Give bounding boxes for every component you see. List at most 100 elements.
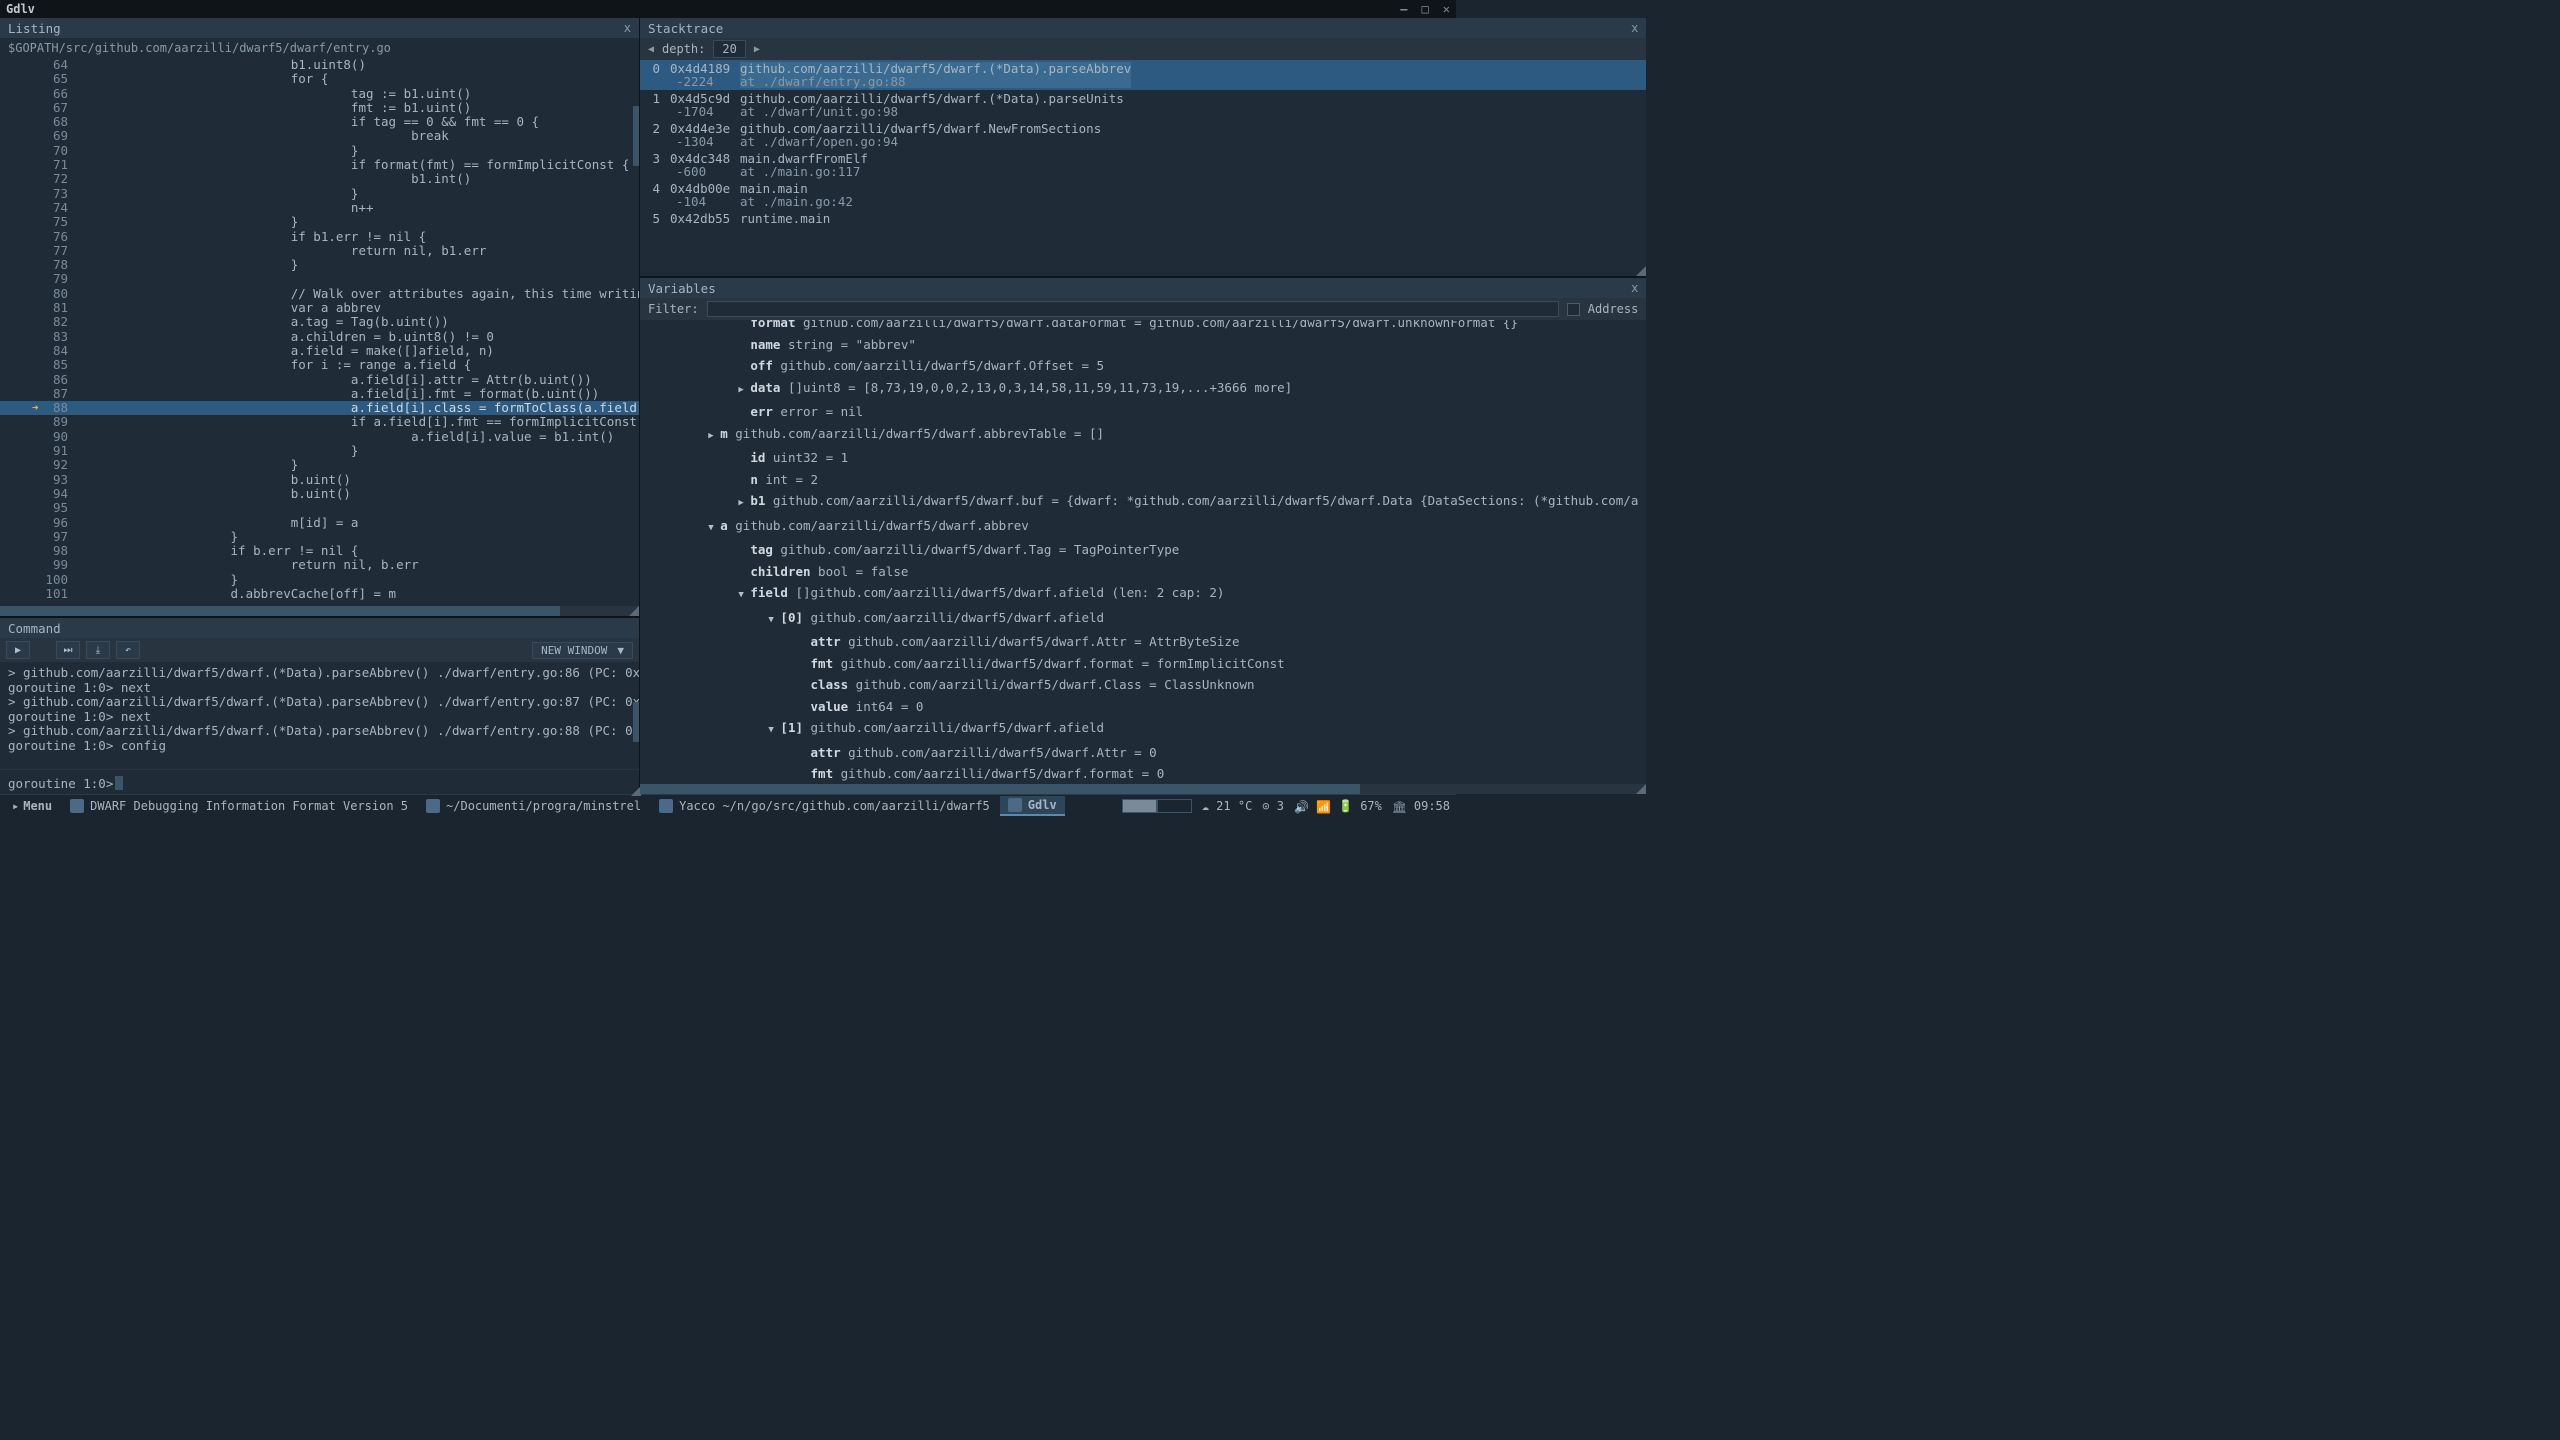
continue-button[interactable]: ▶ — [6, 641, 30, 659]
stack-frame[interactable]: 30x4dc348-600main.dwarfFromElfat ./main.… — [640, 150, 1646, 180]
code-line[interactable]: 89 if a.field[i].fmt == formImplicitCons… — [0, 415, 639, 429]
variable-row[interactable]: off github.com/aarzilli/dwarf5/dwarf.Off… — [640, 355, 1646, 377]
stack-frame[interactable]: 50x42db55runtime.main — [640, 210, 1646, 227]
variables-panel-header[interactable]: Variables x — [640, 278, 1646, 298]
variable-row[interactable]: ▼[1] github.com/aarzilli/dwarf5/dwarf.af… — [640, 717, 1646, 742]
code-line[interactable]: 87 a.field[i].fmt = format(b.uint()) — [0, 387, 639, 401]
variable-row[interactable]: tag github.com/aarzilli/dwarf5/dwarf.Tag… — [640, 539, 1646, 561]
collapse-icon[interactable]: ▼ — [768, 720, 780, 742]
code-line[interactable]: 94 b.uint() — [0, 487, 639, 501]
expand-icon[interactable]: ▶ — [738, 493, 750, 515]
variables-hscrollbar[interactable] — [640, 784, 1646, 794]
stepout-button[interactable]: ↶ — [116, 641, 140, 659]
collapse-icon[interactable]: ▼ — [768, 610, 780, 632]
listing-hscrollbar[interactable] — [0, 606, 639, 616]
step-button[interactable]: ⤓ — [86, 641, 110, 659]
code-line[interactable]: 95 — [0, 501, 639, 515]
depth-decrease-button[interactable]: ◀ — [648, 44, 654, 55]
taskbar-window-item[interactable]: ~/Documenti/progra/minstrel — [418, 796, 649, 816]
code-line[interactable]: 64 b1.uint8() — [0, 58, 639, 72]
variable-row[interactable]: fmt github.com/aarzilli/dwarf5/dwarf.for… — [640, 653, 1646, 675]
listing-panel-header[interactable]: Listing x — [0, 18, 639, 38]
variables-hscroll-thumb[interactable] — [640, 784, 1360, 794]
code-line[interactable]: 70 } — [0, 144, 639, 158]
code-line[interactable]: 84 a.field = make([]afield, n) — [0, 344, 639, 358]
variable-row[interactable]: attr github.com/aarzilli/dwarf5/dwarf.At… — [640, 742, 1646, 764]
window-close-button[interactable]: ✕ — [1443, 2, 1450, 16]
workspace-2[interactable] — [1157, 799, 1192, 813]
variables-filter-input[interactable] — [707, 301, 1559, 317]
code-line[interactable]: 66 tag := b1.uint() — [0, 87, 639, 101]
variable-row[interactable]: fmt github.com/aarzilli/dwarf5/dwarf.for… — [640, 763, 1646, 784]
expand-icon[interactable]: ▶ — [738, 380, 750, 402]
code-line[interactable]: 88➔ a.field[i].class = formToClass(a.fie… — [0, 401, 639, 415]
code-line[interactable]: 82 a.tag = Tag(b.uint()) — [0, 315, 639, 329]
variable-row[interactable]: ▼a github.com/aarzilli/dwarf5/dwarf.abbr… — [640, 515, 1646, 540]
variable-row[interactable]: ▶b1 github.com/aarzilli/dwarf5/dwarf.buf… — [640, 490, 1646, 515]
code-line[interactable]: 73 } — [0, 187, 639, 201]
listing-scroll-marker[interactable] — [633, 106, 639, 166]
code-line[interactable]: 67 fmt := b1.uint() — [0, 101, 639, 115]
code-line[interactable]: 90 a.field[i].value = b1.int() — [0, 430, 639, 444]
expand-icon[interactable]: ▶ — [708, 426, 720, 448]
variable-row[interactable]: ▼[0] github.com/aarzilli/dwarf5/dwarf.af… — [640, 607, 1646, 632]
variable-row[interactable]: value int64 = 0 — [640, 696, 1646, 718]
code-line[interactable]: 74 n++ — [0, 201, 639, 215]
depth-value[interactable]: 20 — [713, 40, 745, 58]
depth-increase-button[interactable]: ▶ — [754, 44, 760, 55]
code-line[interactable]: 91 } — [0, 444, 639, 458]
variable-row[interactable]: id uint32 = 1 — [640, 447, 1646, 469]
variable-row[interactable]: attr github.com/aarzilli/dwarf5/dwarf.At… — [640, 631, 1646, 653]
code-line[interactable]: 76 if b1.err != nil { — [0, 230, 639, 244]
code-line[interactable]: 101 d.abbrevCache[off] = m — [0, 587, 639, 601]
code-line[interactable]: 81 var a abbrev — [0, 301, 639, 315]
cpu-indicator[interactable]: ⊙ 3 — [1262, 799, 1284, 813]
taskbar-window-item[interactable]: Gdlv — [1000, 796, 1065, 816]
code-line[interactable]: 72 b1.int() — [0, 172, 639, 186]
stacktrace-panel-header[interactable]: Stacktrace x — [640, 18, 1646, 38]
code-line[interactable]: 71 if format(fmt) == formImplicitConst { — [0, 158, 639, 172]
variable-row[interactable]: children bool = false — [640, 561, 1646, 583]
code-line[interactable]: 69 break — [0, 129, 639, 143]
stacktrace-close-button[interactable]: x — [1631, 21, 1638, 35]
code-line[interactable]: 78 } — [0, 258, 639, 272]
code-line[interactable]: 68 if tag == 0 && fmt == 0 { — [0, 115, 639, 129]
code-line[interactable]: 77 return nil, b1.err — [0, 244, 639, 258]
stacktrace-list[interactable]: 00x4d4189-2224github.com/aarzilli/dwarf5… — [640, 60, 1646, 276]
code-line[interactable]: 83 a.children = b.uint8() != 0 — [0, 330, 639, 344]
code-line[interactable]: 86 a.field[i].attr = Attr(b.uint()) — [0, 373, 639, 387]
taskbar-window-item[interactable]: Yacco ~/n/go/src/github.com/aarzilli/dwa… — [651, 796, 998, 816]
listing-close-button[interactable]: x — [624, 21, 631, 35]
code-line[interactable]: 79 — [0, 272, 639, 286]
code-line[interactable]: 65 for { — [0, 72, 639, 86]
battery-indicator[interactable]: 🔋 67% — [1338, 799, 1382, 813]
archive-icon[interactable]: 🏛 — [1392, 800, 1404, 812]
code-line[interactable]: 99 return nil, b.err — [0, 558, 639, 572]
collapse-icon[interactable]: ▼ — [708, 518, 720, 540]
listing-hscroll-thumb[interactable] — [0, 606, 560, 616]
variable-row[interactable]: n int = 2 — [640, 469, 1646, 491]
code-line[interactable]: 97 } — [0, 530, 639, 544]
volume-icon[interactable]: 🔊 — [1294, 800, 1306, 812]
code-line[interactable]: 80 // Walk over attributes again, this t… — [0, 287, 639, 301]
taskbar-window-item[interactable]: DWARF Debugging Information Format Versi… — [62, 796, 416, 816]
stack-frame[interactable]: 20x4d4e3e-1304github.com/aarzilli/dwarf5… — [640, 120, 1646, 150]
variable-row[interactable]: format github.com/aarzilli/dwarf5/dwarf.… — [640, 320, 1646, 334]
variable-row[interactable]: class github.com/aarzilli/dwarf5/dwarf.C… — [640, 674, 1646, 696]
variable-row[interactable]: ▼field []github.com/aarzilli/dwarf5/dwar… — [640, 582, 1646, 607]
workspace-switcher[interactable] — [1122, 799, 1192, 813]
command-panel-header[interactable]: Command — [0, 618, 639, 638]
window-minimize-button[interactable]: — — [1400, 2, 1407, 16]
command-output[interactable]: > github.com/aarzilli/dwarf5/dwarf.(*Dat… — [0, 662, 639, 769]
workspace-1[interactable] — [1122, 799, 1157, 813]
collapse-icon[interactable]: ▼ — [738, 585, 750, 607]
window-maximize-button[interactable]: □ — [1422, 2, 1429, 16]
next-button[interactable]: ⏭ — [56, 641, 80, 659]
new-window-dropdown[interactable]: NEW WINDOW ▼ — [532, 642, 633, 659]
code-line[interactable]: 100 } — [0, 573, 639, 587]
variables-tree[interactable]: format github.com/aarzilli/dwarf5/dwarf.… — [640, 320, 1646, 784]
code-line[interactable]: 75 } — [0, 215, 639, 229]
weather-indicator[interactable]: ☁ 21 °C — [1202, 799, 1253, 813]
command-input[interactable]: goroutine 1:0> — [0, 769, 639, 794]
stack-frame[interactable]: 00x4d4189-2224github.com/aarzilli/dwarf5… — [640, 60, 1646, 90]
